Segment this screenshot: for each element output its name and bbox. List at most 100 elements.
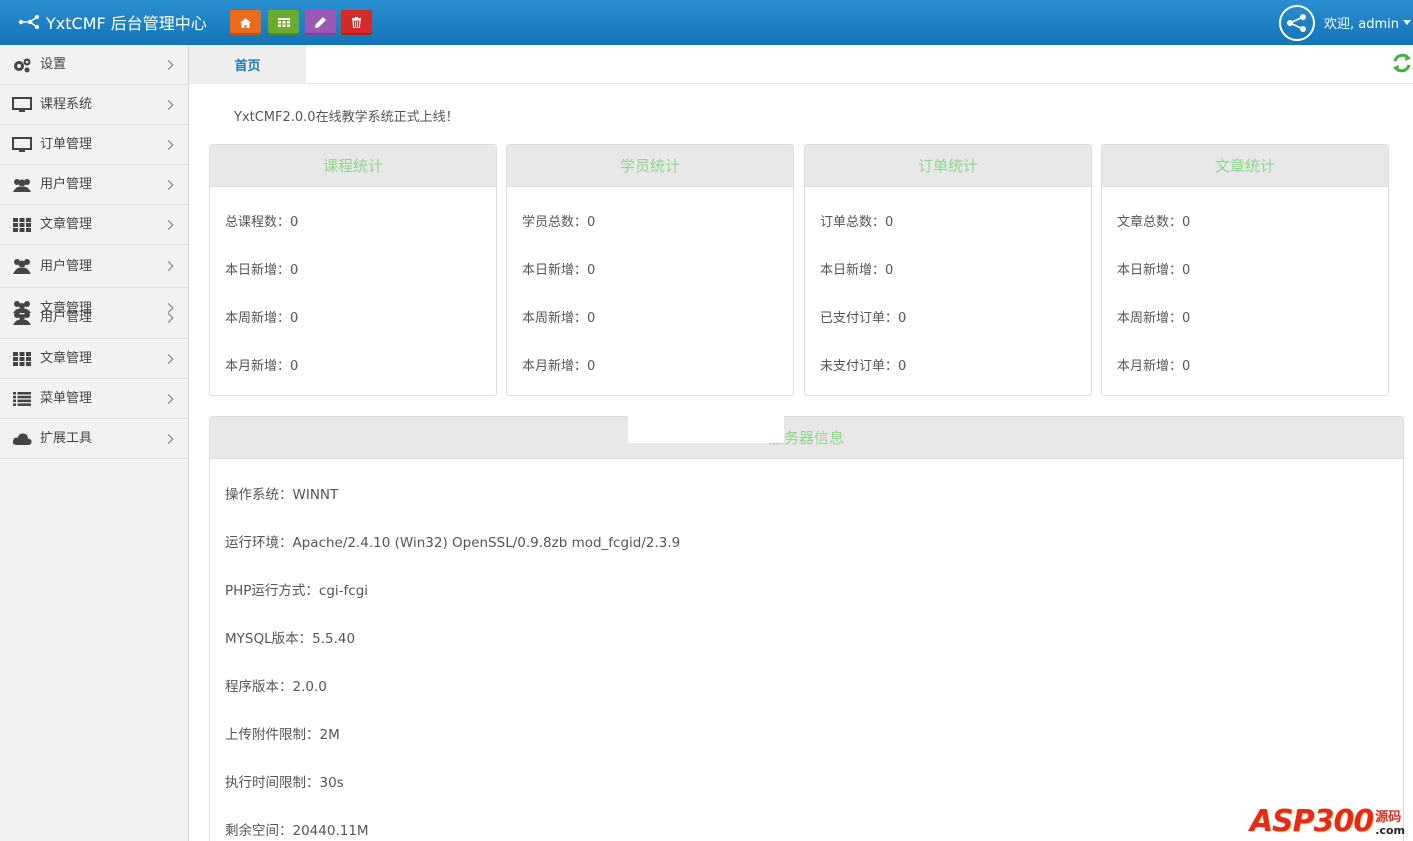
top-header: YxtCMF 后台管理中心 欢迎, admin <box>0 0 1413 45</box>
tab-home[interactable]: 首页 <box>189 45 306 84</box>
stat-row: 已支付订单：0 <box>820 311 907 326</box>
student-stats-card: 学员统计 学员总数：0 本日新增：0 本周新增：0 本月新增：0 <box>506 144 794 396</box>
sidebar-item-label-stack: 文章管理 用户管理 <box>40 302 92 324</box>
server-info-row: 上传附件限制：2M <box>225 727 340 743</box>
sidebar-item-label: 用户管理 <box>40 258 93 274</box>
stat-row: 订单总数：0 <box>820 215 894 230</box>
user-menu[interactable]: 欢迎, admin <box>1279 0 1413 45</box>
list-icon <box>12 390 32 408</box>
stat-row: 学员总数：0 <box>522 215 596 230</box>
sidebar-item-users[interactable]: 用户管理 <box>0 165 188 205</box>
share-avatar-icon <box>1287 13 1306 32</box>
stat-row: 本周新增：0 <box>225 311 299 326</box>
stat-row: 本日新增：0 <box>1117 263 1191 278</box>
stat-row: 总课程数：0 <box>225 215 299 230</box>
sidebar-item-label: 用户管理 <box>40 310 93 325</box>
monitor-icon <box>12 96 32 114</box>
calendar-button[interactable] <box>268 10 299 35</box>
chevron-right-icon <box>163 219 174 230</box>
avatar[interactable] <box>1279 4 1315 41</box>
chevron-right-icon <box>163 313 174 323</box>
watermark-main-text: ASP300 <box>1249 804 1374 839</box>
sidebar-item-articles[interactable]: 文章管理 <box>0 205 188 245</box>
card-title: 文章统计 <box>1102 145 1388 187</box>
white-overlay <box>628 416 784 443</box>
sidebar-item-label: 课程系统 <box>40 97 93 112</box>
chevron-right-icon <box>163 393 174 404</box>
sidebar-item-settings[interactable]: 设置 <box>0 45 188 85</box>
server-info-title: 服务器信息 <box>210 417 1403 459</box>
article-stats-card: 文章统计 文章总数：0 本日新增：0 本周新增：0 本月新增：0 <box>1101 144 1389 396</box>
pencil-icon <box>315 17 326 28</box>
sidebar-item-articles-2[interactable]: 文章管理 <box>0 339 188 379</box>
sidebar-item-label: 用户管理 <box>40 177 93 192</box>
welcome-user[interactable]: 欢迎, admin <box>1324 13 1413 32</box>
monitor-icon <box>12 136 32 154</box>
chevron-right-icon <box>163 303 174 313</box>
card-title: 学员统计 <box>507 145 793 187</box>
server-info-row: 剩余空间：20440.11M <box>225 823 369 839</box>
chevron-right-icon <box>163 261 174 271</box>
announcement-text: YxtCMF2.0.0在线教学系统正式上线！ <box>234 110 459 125</box>
grid-icon <box>12 350 32 368</box>
home-button[interactable] <box>230 10 261 35</box>
delete-button[interactable] <box>341 10 372 35</box>
sidebar-item-label: 文章管理 <box>40 351 93 366</box>
sidebar-item-label: 订单管理 <box>40 137 93 152</box>
calendar-icon <box>277 18 290 27</box>
watermark-cn-text: 源码 <box>1375 810 1402 825</box>
sidebar-item-label: 菜单管理 <box>40 391 93 406</box>
sidebar-item-course-system[interactable]: 课程系统 <box>0 85 188 125</box>
server-info-row: 运行环境：Apache/2.4.10 (Win32) OpenSSL/0.9.8… <box>225 535 681 551</box>
sidebar-item-articles-users[interactable]: 文章管理 用户管理 <box>0 288 188 339</box>
share-logo-icon <box>18 15 39 29</box>
refresh-icon <box>1393 53 1411 73</box>
tab-bar: 首页 <box>189 45 1413 84</box>
grid-icon <box>12 216 32 234</box>
server-info-row: 操作系统：WINNT <box>225 487 339 503</box>
trash-icon <box>352 17 361 28</box>
watermark-side: 源码 .com <box>1375 811 1405 837</box>
server-info-row: MYSQL版本：5.5.40 <box>225 631 356 647</box>
order-stats-card: 订单统计 订单总数：0 本日新增：0 已支付订单：0 未支付订单：0 <box>804 144 1092 396</box>
course-stats-card: 课程统计 总课程数：0 本日新增：0 本周新增：0 本月新增：0 <box>209 144 497 396</box>
server-info-panel: 服务器信息 操作系统：WINNT 运行环境：Apache/2.4.10 (Win… <box>209 416 1404 841</box>
chevron-right-icon <box>163 179 174 190</box>
server-info-row: 程序版本：2.0.0 <box>225 679 327 695</box>
watermark-com-text: .com <box>1375 824 1405 837</box>
server-info-row: 执行时间限制：30s <box>225 775 344 791</box>
users-icon <box>12 176 32 194</box>
sidebar: 设置 课程系统 订单管理 用户管理 文章管理 用户管理 文章管理 用户管理 文章… <box>0 45 189 841</box>
stat-row: 本日新增：0 <box>820 263 894 278</box>
sidebar-item-menus[interactable]: 菜单管理 <box>0 379 188 419</box>
stat-row: 本日新增：0 <box>522 263 596 278</box>
stat-row: 本月新增：0 <box>1117 359 1191 374</box>
card-title: 课程统计 <box>210 145 496 187</box>
stat-row: 本周新增：0 <box>1117 311 1191 326</box>
chevron-right-icon <box>163 139 174 150</box>
brand-title: YxtCMF 后台管理中心 <box>46 14 207 33</box>
caret-down-icon <box>1403 20 1411 25</box>
sidebar-item-extensions[interactable]: 扩展工具 <box>0 419 188 459</box>
users-icon <box>12 257 32 275</box>
welcome-text: 欢迎, admin <box>1324 17 1399 32</box>
sidebar-item-label: 文章管理 <box>40 217 93 232</box>
stat-row: 本日新增：0 <box>225 263 299 278</box>
sidebar-item-label: 设置 <box>40 57 67 72</box>
server-info-row: PHP运行方式：cgi-fcgi <box>225 583 369 599</box>
refresh-button[interactable] <box>1391 52 1413 74</box>
chevron-right-icon <box>163 353 174 364</box>
stat-row: 本月新增：0 <box>225 359 299 374</box>
brand[interactable]: YxtCMF 后台管理中心 <box>18 11 207 33</box>
gears-icon <box>12 56 32 74</box>
stat-row: 本周新增：0 <box>522 311 596 326</box>
edit-button[interactable] <box>305 10 336 35</box>
users-icon <box>12 300 32 326</box>
cloud-icon <box>12 430 32 448</box>
sidebar-item-users-2[interactable]: 用户管理 <box>0 245 188 288</box>
stat-row: 文章总数：0 <box>1117 215 1191 230</box>
sidebar-item-orders[interactable]: 订单管理 <box>0 125 188 165</box>
chevron-right-icon <box>163 59 174 70</box>
chevron-right-icon <box>163 433 174 444</box>
stat-row: 本月新增：0 <box>522 359 596 374</box>
